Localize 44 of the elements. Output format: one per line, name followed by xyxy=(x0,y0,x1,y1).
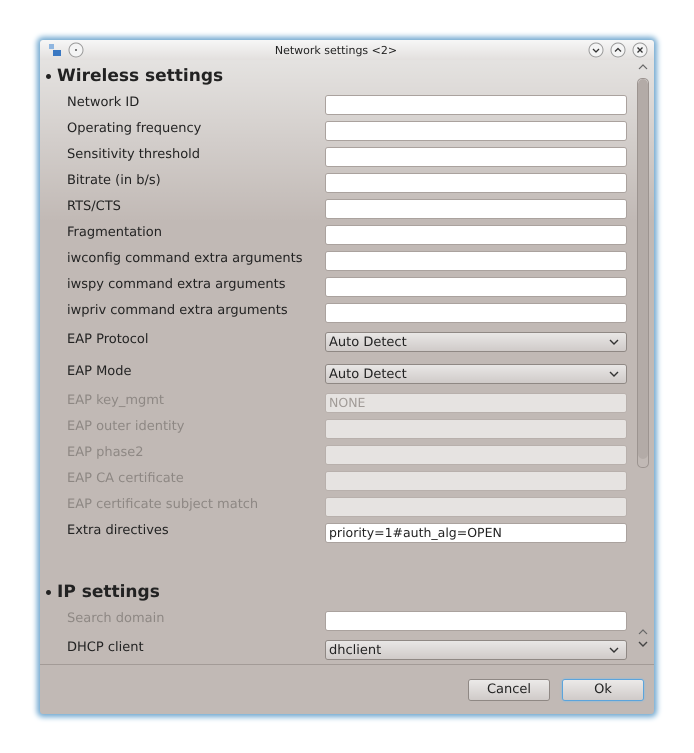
input-field[interactable] xyxy=(325,147,627,167)
input-field[interactable] xyxy=(325,225,627,245)
field-label: Bitrate (in b/s) xyxy=(67,172,162,188)
scroll-up-icon[interactable] xyxy=(637,628,649,636)
caret-icon xyxy=(609,370,619,378)
close-button[interactable] xyxy=(632,42,648,58)
input-field[interactable] xyxy=(325,121,627,141)
scrollbar-thumb[interactable] xyxy=(638,79,648,459)
input-field[interactable] xyxy=(325,251,627,271)
dropdown[interactable]: Auto Detect xyxy=(325,364,627,384)
field-label: Operating frequency xyxy=(67,120,202,136)
caret-icon xyxy=(609,338,619,346)
bullet-icon xyxy=(46,74,51,78)
field-label: Network ID xyxy=(67,94,140,110)
dialog-button[interactable]: Ok xyxy=(562,678,644,700)
section-heading: IP settings xyxy=(57,582,160,602)
dropdown[interactable]: dhclient xyxy=(325,640,627,660)
field-label: Sensitivity threshold xyxy=(67,146,202,162)
field-label: Fragmentation xyxy=(67,224,163,240)
field-label: iwspy command extra arguments xyxy=(67,276,286,292)
maximize-button[interactable] xyxy=(610,42,626,58)
menu-button[interactable] xyxy=(68,42,84,58)
bullet-icon xyxy=(46,590,51,594)
field-label: DHCP client xyxy=(67,640,145,654)
scroll-up-icon[interactable] xyxy=(637,63,649,71)
input-field[interactable] xyxy=(325,173,627,193)
field-label: iwconfig command extra arguments xyxy=(67,250,304,266)
input-field[interactable] xyxy=(325,95,627,115)
field-label: iwpriv command extra arguments xyxy=(67,302,289,318)
dropdown[interactable]: Auto Detect xyxy=(325,332,627,352)
input-field[interactable] xyxy=(325,277,627,297)
field-label: RTS/CTS xyxy=(67,198,122,214)
input-field[interactable] xyxy=(325,199,627,219)
section-heading: Wireless settings xyxy=(57,66,224,86)
input-field[interactable]: priority=1#auth_alg=OPEN xyxy=(325,523,627,543)
dialog-button[interactable]: Cancel xyxy=(468,678,550,700)
input-field[interactable] xyxy=(325,303,627,323)
scroll-down-icon[interactable] xyxy=(637,640,649,648)
field-label: EAP Protocol xyxy=(67,332,150,346)
window-title: Network settings <2> xyxy=(274,44,398,56)
field-label: Extra directives xyxy=(67,522,170,538)
field-label: EAP Mode xyxy=(67,364,132,378)
caret-icon xyxy=(609,646,619,654)
minimize-button[interactable] xyxy=(588,42,604,58)
